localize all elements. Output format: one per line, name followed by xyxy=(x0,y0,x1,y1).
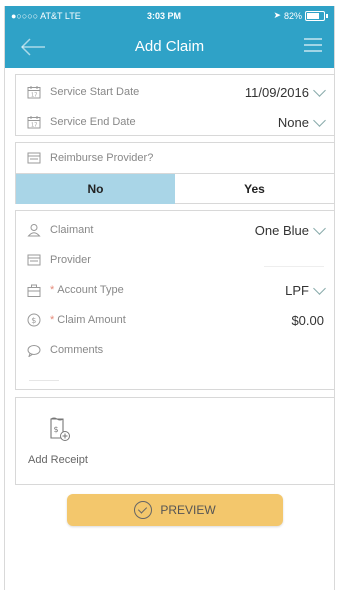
svg-text:17: 17 xyxy=(31,93,37,99)
claim-amount-row[interactable]: $ * Claim Amount $0.00 xyxy=(16,305,334,335)
receipt-add-icon: $ xyxy=(48,416,72,444)
status-bar: ●○○○○ AT&T LTE 3:03 PM ➤ 82% xyxy=(5,6,334,26)
claim-amount-label: * Claim Amount xyxy=(50,314,291,326)
person-icon xyxy=(26,222,42,238)
svg-text:$: $ xyxy=(54,425,59,434)
chevron-down-icon xyxy=(313,281,326,295)
battery-percent: 82% xyxy=(283,10,302,21)
card-icon xyxy=(26,252,42,268)
chevron-down-icon xyxy=(313,113,326,127)
svg-text:$: $ xyxy=(31,316,36,325)
account-type-row[interactable]: * Account Type LPF xyxy=(16,275,334,305)
svg-text:17: 17 xyxy=(31,123,37,129)
service-start-date-value[interactable]: 11/09/2016 xyxy=(244,83,326,100)
reimburse-card: Reimburse Provider? No Yes xyxy=(15,142,335,204)
battery-indicator: ➤ 82% xyxy=(273,10,328,21)
provider-label: Provider xyxy=(50,254,91,266)
claimant-label: Claimant xyxy=(50,224,94,236)
service-end-date-value[interactable]: None xyxy=(277,113,326,130)
add-receipt-label: Add Receipt xyxy=(28,454,88,466)
provider-value[interactable] xyxy=(264,254,324,267)
claimant-value[interactable]: One Blue xyxy=(254,221,326,238)
required-marker: * xyxy=(50,284,55,296)
menu-button[interactable] xyxy=(304,38,322,54)
hamburger-icon-bar xyxy=(304,44,322,46)
service-start-date-text: 11/09/2016 xyxy=(244,84,309,100)
speech-bubble-icon xyxy=(26,342,42,358)
chevron-down-icon xyxy=(313,221,326,235)
comments-row[interactable]: Comments xyxy=(16,335,334,365)
service-end-date-label: Service End Date xyxy=(50,116,136,128)
claim-amount-value[interactable]: $0.00 xyxy=(291,313,324,328)
claim-details-card: Claimant One Blue Provider * Account Type… xyxy=(15,210,335,390)
account-type-value[interactable]: LPF xyxy=(285,281,326,298)
battery-icon xyxy=(305,10,325,21)
hamburger-icon-bar xyxy=(304,50,322,52)
comments-input-line[interactable] xyxy=(29,380,59,381)
app-frame: ●○○○○ AT&T LTE 3:03 PM ➤ 82% Add Claim 1… xyxy=(4,6,335,590)
account-type-selected: LPF xyxy=(285,282,309,298)
hamburger-icon-bar xyxy=(304,38,322,40)
reimburse-toggle: No Yes xyxy=(16,173,334,204)
preview-button[interactable]: PREVIEW xyxy=(67,494,283,526)
dollar-icon: $ xyxy=(26,312,42,328)
briefcase-icon xyxy=(26,282,42,298)
check-circle-icon xyxy=(134,501,153,519)
provider-row[interactable]: Provider xyxy=(16,245,334,275)
dates-card: 17 Service Start Date 11/09/2016 17 Serv… xyxy=(15,74,335,136)
service-start-date-label: Service Start Date xyxy=(50,86,140,98)
battery-tip xyxy=(326,13,328,18)
service-end-date-text: None xyxy=(277,114,309,130)
required-marker: * xyxy=(50,314,55,326)
account-type-label: * Account Type xyxy=(50,284,285,296)
reimburse-no-option[interactable]: No xyxy=(16,174,175,204)
comments-label: Comments xyxy=(50,344,104,356)
nav-bar: Add Claim xyxy=(5,26,334,68)
reimburse-provider-row: Reimburse Provider? xyxy=(16,143,334,173)
chevron-down-icon xyxy=(313,83,326,97)
claim-amount-text: Claim Amount xyxy=(57,314,126,326)
preview-label: PREVIEW xyxy=(160,503,216,517)
page-title: Add Claim xyxy=(134,38,205,55)
add-receipt-card[interactable]: $ Add Receipt xyxy=(15,397,335,485)
calendar-icon: 17 xyxy=(26,84,42,100)
navigation-arrow-icon: ➤ xyxy=(273,10,281,20)
account-type-text: Account Type xyxy=(57,284,124,296)
service-end-date-row[interactable]: 17 Service End Date None xyxy=(16,107,334,137)
claimant-row[interactable]: Claimant One Blue xyxy=(16,211,334,245)
reimburse-provider-label: Reimburse Provider? xyxy=(50,152,154,164)
card-icon xyxy=(26,150,42,166)
service-start-date-row[interactable]: 17 Service Start Date 11/09/2016 xyxy=(16,75,334,107)
clock-text: 3:03 PM xyxy=(147,11,182,21)
carrier-text: ●○○○○ AT&T LTE xyxy=(11,11,81,21)
claimant-text: One Blue xyxy=(254,222,309,238)
reimburse-yes-option[interactable]: Yes xyxy=(175,174,334,204)
calendar-icon: 17 xyxy=(26,114,42,130)
